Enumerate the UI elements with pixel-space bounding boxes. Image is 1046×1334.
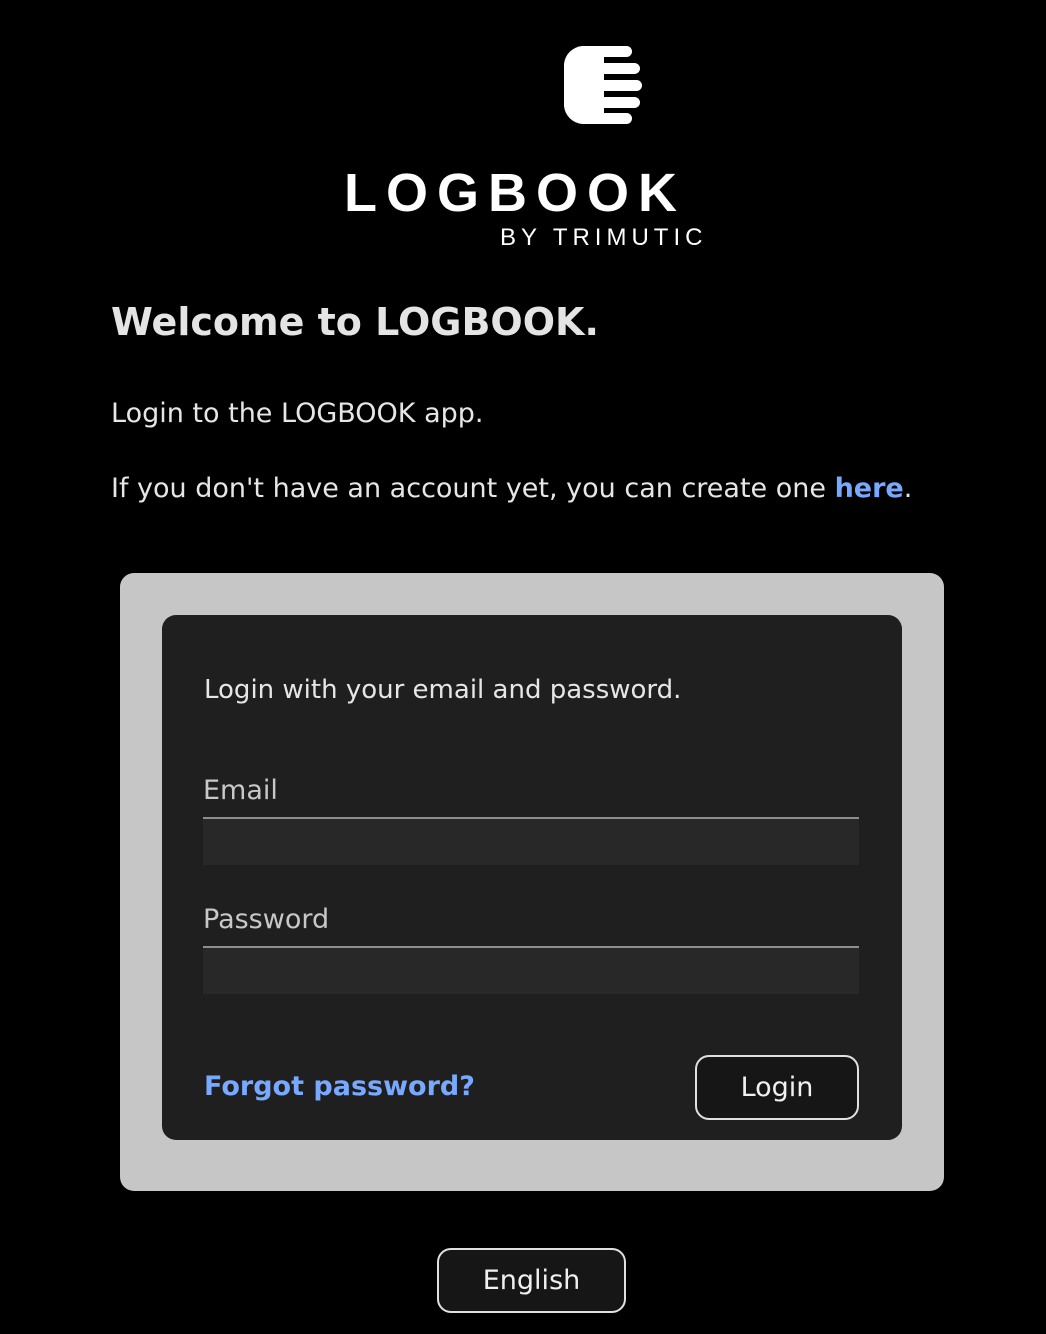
login-subtitle: Login to the LOGBOOK app. [111, 398, 484, 429]
signup-prompt: If you don't have an account yet, you ca… [111, 473, 912, 505]
login-card: Login with your email and password. Emai… [162, 615, 902, 1140]
signup-prompt-text: If you don't have an account yet, you ca… [111, 473, 835, 504]
forgot-password-link[interactable]: Forgot password? [204, 1071, 475, 1102]
email-label: Email [203, 775, 278, 806]
logbook-logo: LOGBOOK BY TRIMUTIC [340, 40, 740, 250]
login-instructions: Login with your email and password. [204, 675, 682, 705]
email-field[interactable] [203, 817, 859, 865]
logo-byline: BY TRIMUTIC [500, 224, 708, 251]
login-button[interactable]: Login [695, 1055, 859, 1120]
password-label: Password [203, 904, 330, 935]
signup-link[interactable]: here [835, 473, 904, 504]
login-card-frame: Login with your email and password. Emai… [120, 573, 944, 1191]
welcome-heading: Welcome to LOGBOOK. [111, 300, 599, 344]
logbook-hand-icon [564, 46, 642, 124]
password-field[interactable] [203, 946, 859, 994]
signup-prompt-suffix: . [903, 473, 913, 504]
logo-wordmark: LOGBOOK [344, 163, 686, 223]
language-selector-button[interactable]: English [437, 1248, 626, 1313]
